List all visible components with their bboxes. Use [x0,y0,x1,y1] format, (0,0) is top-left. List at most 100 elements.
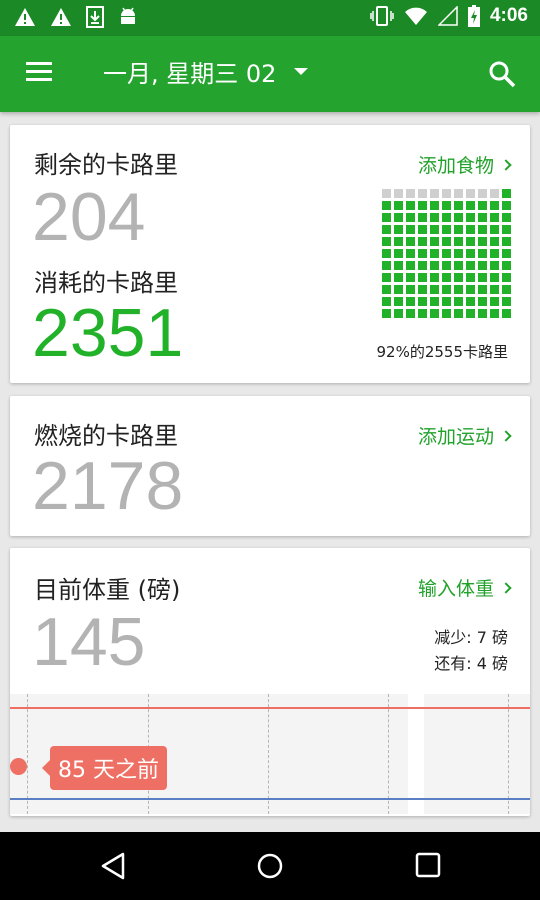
search-icon[interactable] [488,60,516,88]
enter-weight-link[interactable]: 输入体重 [417,574,512,601]
android-icon [121,7,135,24]
weight-card: 目前体重 (磅) 145 输入体重 减少: 7 磅 还有: 4 磅 85 天之前 [10,548,530,816]
app-bar: 一月, 星期三 02 [0,36,540,112]
recents-icon[interactable] [415,852,441,878]
enter-weight-label: 输入体重 [417,578,494,600]
menu-icon[interactable] [26,62,52,82]
progress-cell [442,297,451,306]
weight-lost-text: 减少: 7 磅 [434,628,508,647]
warning-icon [51,8,71,26]
progress-cell [454,261,463,270]
progress-cell [418,201,427,210]
progress-cell [430,213,439,222]
weight-trend-line [10,707,530,709]
vibrate-icon [370,6,394,26]
progress-cell [418,261,427,270]
progress-cell [406,297,415,306]
chevron-right-icon [500,581,512,594]
progress-cell [394,249,403,258]
progress-cell [430,261,439,270]
burned-calories-label: 燃烧的卡路里 [34,422,178,450]
progress-cell [442,237,451,246]
progress-cell [478,249,487,258]
home-icon[interactable] [256,852,284,880]
progress-cell [478,213,487,222]
calories-card: 剩余的卡路里 204 消耗的卡路里 2351 添加食物 92%的2555卡路里 [10,125,530,383]
progress-cell [394,261,403,270]
add-food-link[interactable]: 添加食物 [417,151,512,178]
progress-cell [406,285,415,294]
add-exercise-label: 添加运动 [417,426,494,448]
progress-cell [394,189,403,198]
progress-cell [418,297,427,306]
progress-cell [490,309,499,318]
calorie-progress-grid [382,189,511,318]
chart-gridline [27,694,28,814]
add-exercise-link[interactable]: 添加运动 [417,422,512,449]
chevron-right-icon [500,158,512,171]
progress-cell [394,285,403,294]
weight-remaining-text: 还有: 4 磅 [434,654,508,673]
goal-weight-line [10,798,530,800]
progress-cell [478,261,487,270]
progress-cell [406,309,415,318]
consumed-calories-value: 2351 [32,295,184,371]
progress-cell [490,249,499,258]
progress-cell [442,285,451,294]
progress-cell [442,189,451,198]
progress-cell [382,213,391,222]
remaining-calories-label: 剩余的卡路里 [34,151,178,179]
progress-cell [442,261,451,270]
notification-icons [14,6,138,28]
progress-cell [502,273,511,282]
progress-cell [430,249,439,258]
chart-gridline [508,694,509,814]
progress-cell [478,237,487,246]
progress-cell [502,189,511,198]
progress-cell [454,285,463,294]
progress-cell [430,189,439,198]
clock: 4:06 [489,5,528,26]
progress-cell [418,249,427,258]
progress-cell [478,189,487,198]
chart-gap [408,694,424,814]
progress-cell [382,261,391,270]
progress-cell [394,225,403,234]
progress-cell [418,213,427,222]
wifi-icon [404,7,427,25]
status-bar: 4:06 [0,0,540,36]
system-icons: 4:06 [370,5,528,27]
progress-cell [490,273,499,282]
progress-cell [394,213,403,222]
progress-cell [406,189,415,198]
progress-cell [466,201,475,210]
chart-gridline [388,694,389,814]
progress-cell [478,285,487,294]
progress-cell [382,285,391,294]
progress-cell [490,261,499,270]
progress-cell [430,285,439,294]
progress-cell [502,225,511,234]
progress-cell [502,309,511,318]
progress-cell [382,201,391,210]
chart-gridline [268,694,269,814]
weight-chart[interactable]: 85 天之前 [10,694,530,814]
progress-cell [442,249,451,258]
progress-cell [382,297,391,306]
progress-cell [466,273,475,282]
progress-cell [454,225,463,234]
progress-cell [478,297,487,306]
progress-cell [394,297,403,306]
progress-cell [430,237,439,246]
dropdown-caret-icon [294,68,309,75]
date-selector[interactable]: 一月, 星期三 02 [103,54,309,89]
progress-cell [406,261,415,270]
remaining-calories-value: 204 [32,179,146,255]
current-weight-value: 145 [32,604,146,680]
back-icon[interactable] [100,852,126,880]
chevron-right-icon [500,429,512,442]
progress-cell [490,297,499,306]
progress-cell [454,201,463,210]
weight-data-point[interactable] [10,758,27,775]
add-food-label: 添加食物 [417,155,494,177]
